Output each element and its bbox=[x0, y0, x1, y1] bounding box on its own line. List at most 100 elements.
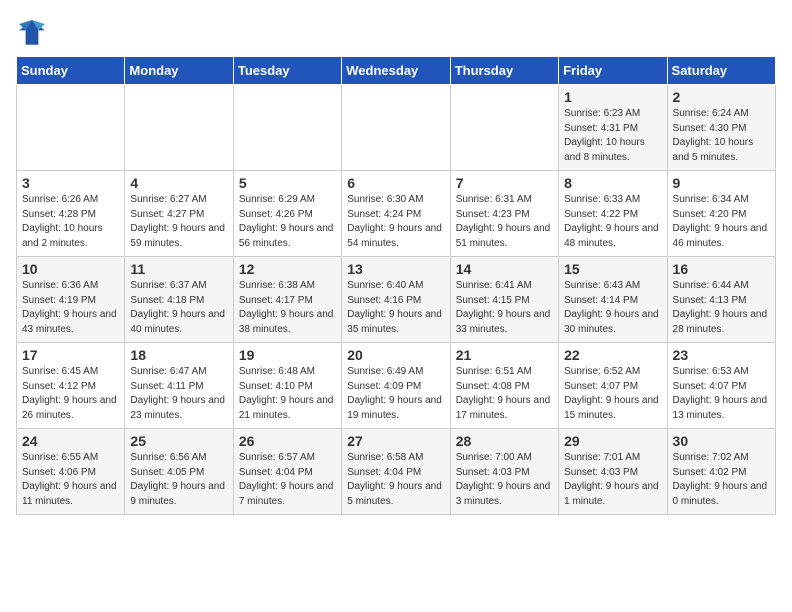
day-info: Sunrise: 6:49 AM Sunset: 4:09 PM Dayligh… bbox=[347, 365, 444, 423]
calendar-cell: 9 Sunrise: 6:34 AM Sunset: 4:20 PM Daylig… bbox=[667, 171, 775, 257]
day-number: 14 bbox=[456, 261, 553, 277]
day-info: Sunrise: 6:51 AM Sunset: 4:08 PM Dayligh… bbox=[456, 365, 553, 423]
logo-icon bbox=[16, 16, 48, 48]
day-number: 21 bbox=[456, 347, 553, 363]
header-friday: Friday bbox=[559, 57, 667, 85]
day-info: Sunrise: 6:24 AM Sunset: 4:30 PM Dayligh… bbox=[673, 107, 770, 165]
day-info: Sunrise: 6:41 AM Sunset: 4:15 PM Dayligh… bbox=[456, 279, 553, 337]
day-number: 6 bbox=[347, 175, 444, 191]
day-number: 30 bbox=[673, 433, 770, 449]
day-number: 9 bbox=[673, 175, 770, 191]
day-info: Sunrise: 6:23 AM Sunset: 4:31 PM Dayligh… bbox=[564, 107, 661, 165]
day-info: Sunrise: 6:34 AM Sunset: 4:20 PM Dayligh… bbox=[673, 193, 770, 251]
calendar-cell: 28 Sunrise: 7:00 AM Sunset: 4:03 PM Dayli… bbox=[450, 429, 558, 515]
day-number: 23 bbox=[673, 347, 770, 363]
calendar-header: SundayMondayTuesdayWednesdayThursdayFrid… bbox=[17, 57, 776, 85]
day-number: 5 bbox=[239, 175, 336, 191]
day-info: Sunrise: 6:52 AM Sunset: 4:07 PM Dayligh… bbox=[564, 365, 661, 423]
logo bbox=[16, 16, 52, 48]
day-info: Sunrise: 6:26 AM Sunset: 4:28 PM Dayligh… bbox=[22, 193, 119, 251]
calendar-cell: 20 Sunrise: 6:49 AM Sunset: 4:09 PM Dayli… bbox=[342, 343, 450, 429]
calendar-cell: 16 Sunrise: 6:44 AM Sunset: 4:13 PM Dayli… bbox=[667, 257, 775, 343]
day-number: 15 bbox=[564, 261, 661, 277]
day-number: 19 bbox=[239, 347, 336, 363]
calendar-cell: 7Sunrise: 6:31 AM Sunset: 4:23 PM Daylig… bbox=[450, 171, 558, 257]
day-info: Sunrise: 6:58 AM Sunset: 4:04 PM Dayligh… bbox=[347, 451, 444, 509]
header-saturday: Saturday bbox=[667, 57, 775, 85]
day-info: Sunrise: 6:43 AM Sunset: 4:14 PM Dayligh… bbox=[564, 279, 661, 337]
day-number: 10 bbox=[22, 261, 119, 277]
calendar-cell: 19Sunrise: 6:48 AM Sunset: 4:10 PM Dayli… bbox=[233, 343, 341, 429]
day-info: Sunrise: 6:38 AM Sunset: 4:17 PM Dayligh… bbox=[239, 279, 336, 337]
day-info: Sunrise: 6:53 AM Sunset: 4:07 PM Dayligh… bbox=[673, 365, 770, 423]
day-info: Sunrise: 6:37 AM Sunset: 4:18 PM Dayligh… bbox=[130, 279, 227, 337]
header-wednesday: Wednesday bbox=[342, 57, 450, 85]
day-info: Sunrise: 6:30 AM Sunset: 4:24 PM Dayligh… bbox=[347, 193, 444, 251]
week-row-0: 1 Sunrise: 6:23 AM Sunset: 4:31 PM Daylig… bbox=[17, 85, 776, 171]
calendar-cell: 8 Sunrise: 6:33 AM Sunset: 4:22 PM Daylig… bbox=[559, 171, 667, 257]
day-number: 28 bbox=[456, 433, 553, 449]
day-number: 7 bbox=[456, 175, 553, 191]
page-header bbox=[16, 16, 776, 48]
day-number: 2 bbox=[673, 89, 770, 105]
calendar-cell: 1 Sunrise: 6:23 AM Sunset: 4:31 PM Daylig… bbox=[559, 85, 667, 171]
calendar-cell: 22 Sunrise: 6:52 AM Sunset: 4:07 PM Dayli… bbox=[559, 343, 667, 429]
calendar-table: SundayMondayTuesdayWednesdayThursdayFrid… bbox=[16, 56, 776, 515]
day-info: Sunrise: 7:00 AM Sunset: 4:03 PM Dayligh… bbox=[456, 451, 553, 509]
calendar-cell bbox=[233, 85, 341, 171]
calendar-cell: 15 Sunrise: 6:43 AM Sunset: 4:14 PM Dayli… bbox=[559, 257, 667, 343]
day-number: 29 bbox=[564, 433, 661, 449]
day-number: 18 bbox=[130, 347, 227, 363]
calendar-cell bbox=[342, 85, 450, 171]
day-number: 8 bbox=[564, 175, 661, 191]
calendar-cell: 26Sunrise: 6:57 AM Sunset: 4:04 PM Dayli… bbox=[233, 429, 341, 515]
day-number: 1 bbox=[564, 89, 661, 105]
calendar-cell: 18Sunrise: 6:47 AM Sunset: 4:11 PM Dayli… bbox=[125, 343, 233, 429]
calendar-cell bbox=[17, 85, 125, 171]
calendar-cell: 13 Sunrise: 6:40 AM Sunset: 4:16 PM Dayli… bbox=[342, 257, 450, 343]
day-info: Sunrise: 7:02 AM Sunset: 4:02 PM Dayligh… bbox=[673, 451, 770, 509]
day-info: Sunrise: 6:40 AM Sunset: 4:16 PM Dayligh… bbox=[347, 279, 444, 337]
calendar-cell: 29 Sunrise: 7:01 AM Sunset: 4:03 PM Dayli… bbox=[559, 429, 667, 515]
calendar-cell: 12 Sunrise: 6:38 AM Sunset: 4:17 PM Dayli… bbox=[233, 257, 341, 343]
day-info: Sunrise: 6:56 AM Sunset: 4:05 PM Dayligh… bbox=[130, 451, 227, 509]
header-thursday: Thursday bbox=[450, 57, 558, 85]
calendar-cell: 3 Sunrise: 6:26 AM Sunset: 4:28 PM Daylig… bbox=[17, 171, 125, 257]
day-number: 26 bbox=[239, 433, 336, 449]
day-number: 22 bbox=[564, 347, 661, 363]
calendar-cell: 27 Sunrise: 6:58 AM Sunset: 4:04 PM Dayli… bbox=[342, 429, 450, 515]
day-number: 17 bbox=[22, 347, 119, 363]
day-info: Sunrise: 6:29 AM Sunset: 4:26 PM Dayligh… bbox=[239, 193, 336, 251]
calendar-cell: 23 Sunrise: 6:53 AM Sunset: 4:07 PM Dayli… bbox=[667, 343, 775, 429]
day-number: 24 bbox=[22, 433, 119, 449]
day-info: Sunrise: 6:27 AM Sunset: 4:27 PM Dayligh… bbox=[130, 193, 227, 251]
calendar-cell bbox=[450, 85, 558, 171]
day-info: Sunrise: 6:33 AM Sunset: 4:22 PM Dayligh… bbox=[564, 193, 661, 251]
day-info: Sunrise: 6:44 AM Sunset: 4:13 PM Dayligh… bbox=[673, 279, 770, 337]
day-info: Sunrise: 7:01 AM Sunset: 4:03 PM Dayligh… bbox=[564, 451, 661, 509]
calendar-cell: 14 Sunrise: 6:41 AM Sunset: 4:15 PM Dayli… bbox=[450, 257, 558, 343]
header-monday: Monday bbox=[125, 57, 233, 85]
calendar-cell: 11 Sunrise: 6:37 AM Sunset: 4:18 PM Dayli… bbox=[125, 257, 233, 343]
header-tuesday: Tuesday bbox=[233, 57, 341, 85]
day-number: 11 bbox=[130, 261, 227, 277]
day-info: Sunrise: 6:45 AM Sunset: 4:12 PM Dayligh… bbox=[22, 365, 119, 423]
day-number: 25 bbox=[130, 433, 227, 449]
calendar-cell: 25 Sunrise: 6:56 AM Sunset: 4:05 PM Dayli… bbox=[125, 429, 233, 515]
day-number: 27 bbox=[347, 433, 444, 449]
day-number: 3 bbox=[22, 175, 119, 191]
calendar-body: 1 Sunrise: 6:23 AM Sunset: 4:31 PM Daylig… bbox=[17, 85, 776, 515]
day-number: 13 bbox=[347, 261, 444, 277]
header-sunday: Sunday bbox=[17, 57, 125, 85]
day-number: 12 bbox=[239, 261, 336, 277]
day-number: 16 bbox=[673, 261, 770, 277]
calendar-cell: 4 Sunrise: 6:27 AM Sunset: 4:27 PM Daylig… bbox=[125, 171, 233, 257]
day-number: 20 bbox=[347, 347, 444, 363]
calendar-cell: 30 Sunrise: 7:02 AM Sunset: 4:02 PM Dayli… bbox=[667, 429, 775, 515]
calendar-cell: 2 Sunrise: 6:24 AM Sunset: 4:30 PM Daylig… bbox=[667, 85, 775, 171]
calendar-cell: 10Sunrise: 6:36 AM Sunset: 4:19 PM Dayli… bbox=[17, 257, 125, 343]
day-number: 4 bbox=[130, 175, 227, 191]
week-row-3: 17 Sunrise: 6:45 AM Sunset: 4:12 PM Dayli… bbox=[17, 343, 776, 429]
calendar-cell: 17 Sunrise: 6:45 AM Sunset: 4:12 PM Dayli… bbox=[17, 343, 125, 429]
day-info: Sunrise: 6:55 AM Sunset: 4:06 PM Dayligh… bbox=[22, 451, 119, 509]
